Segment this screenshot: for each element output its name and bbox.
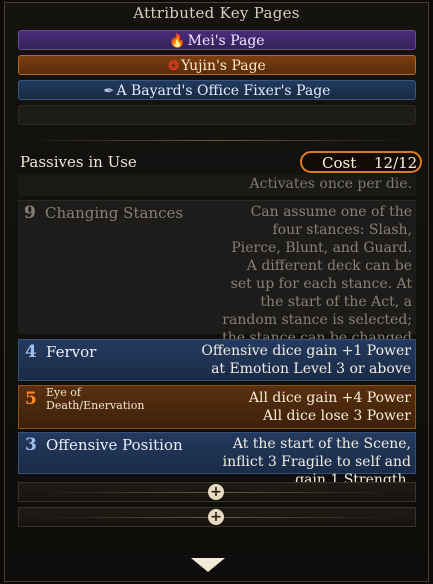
scroll-down-arrow-icon[interactable] xyxy=(191,558,225,572)
passive-desc-line1: All dice gain +4 Power xyxy=(248,390,411,406)
passive-row-fervor[interactable]: 4 Fervor Offensive dice gain +1 Power at… xyxy=(18,339,416,381)
key-page-mei[interactable]: 🔥 Mei's Page xyxy=(18,30,416,50)
passive-desc-line2: All dice lose 3 Power xyxy=(263,408,411,424)
divider xyxy=(18,140,416,141)
passive-row-partial[interactable]: Activates once per die. xyxy=(18,174,416,196)
key-page-empty-slot[interactable] xyxy=(18,105,416,125)
empty-passive-slot[interactable]: + xyxy=(18,482,416,502)
add-plus-icon[interactable]: + xyxy=(208,509,224,525)
passive-desc: Offensive dice gain +1 Power at Emotion … xyxy=(201,343,411,377)
passive-row-offensive-position[interactable]: 3 Offensive Position At the start of the… xyxy=(18,432,416,488)
passives-title: Passives in Use xyxy=(20,153,137,171)
cost-value: 12/12 xyxy=(374,154,418,172)
passive-cost: 5 xyxy=(25,389,37,409)
passive-name: Changing Stances xyxy=(45,204,184,222)
passive-name-line2: Death/Enervation xyxy=(46,399,145,412)
add-plus-icon[interactable]: + xyxy=(208,484,224,500)
passive-name: Eye of Death/Enervation xyxy=(46,386,144,412)
key-page-label: A Bayard's Office Fixer's Page xyxy=(116,83,331,99)
passive-cost: 4 xyxy=(25,342,37,362)
empty-passive-slot[interactable]: + xyxy=(18,507,416,527)
key-page-label: Mei's Page xyxy=(187,33,265,49)
passive-desc: Activates once per die. xyxy=(249,176,412,192)
cost-label: Cost xyxy=(322,154,357,172)
panel-title: Attributed Key Pages xyxy=(133,4,300,22)
cost-indicator: Cost 12/12 xyxy=(300,151,422,173)
passive-cost: 9 xyxy=(24,203,36,223)
passive-desc: At the start of the Scene, inflict 3 Fra… xyxy=(222,436,411,488)
passive-cost: 3 xyxy=(25,435,37,455)
passive-desc: All dice gain +4 Power All dice lose 3 P… xyxy=(211,389,411,425)
key-page-bayard[interactable]: ✒ A Bayard's Office Fixer's Page xyxy=(18,80,416,100)
passive-row-eye-of-death[interactable]: 5 Eye of Death/Enervation All dice gain … xyxy=(18,385,416,429)
passive-name: Fervor xyxy=(46,343,97,361)
passive-name: Offensive Position xyxy=(46,436,183,454)
flame-icon: 🔥 xyxy=(169,34,186,49)
red-sigil-icon: ❂ xyxy=(168,59,180,74)
passive-name-line1: Eye of xyxy=(46,386,81,399)
passive-row-changing-stances[interactable]: 9 Changing Stances Can assume one of the… xyxy=(18,200,416,364)
office-bird-icon: ✒ xyxy=(103,84,115,99)
key-page-yujin[interactable]: ❂ Yujin's Page xyxy=(18,55,416,75)
key-page-label: Yujin's Page xyxy=(181,58,266,74)
